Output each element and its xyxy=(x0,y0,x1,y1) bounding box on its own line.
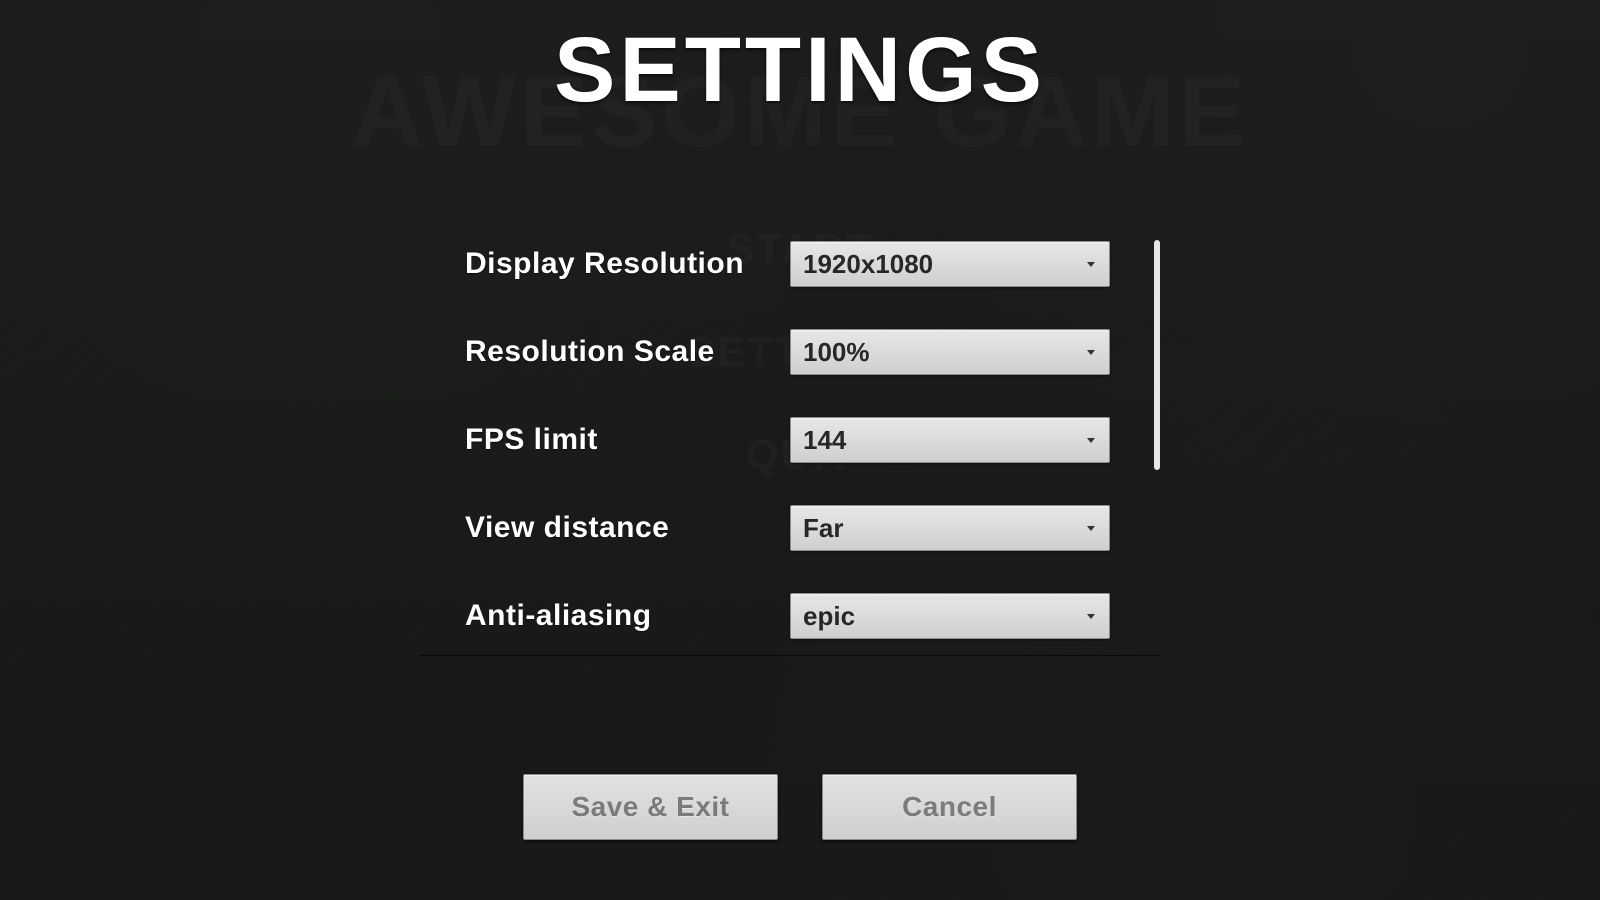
setting-row-resolution-scale: Resolution Scale 100% xyxy=(420,328,1150,376)
setting-label: View distance xyxy=(420,511,790,545)
save-exit-button[interactable]: Save & Exit xyxy=(523,774,778,840)
caret-down-icon xyxy=(1087,262,1095,267)
caret-down-icon xyxy=(1087,614,1095,619)
button-label: Save & Exit xyxy=(571,791,729,823)
settings-panel: Display Resolution 1920x1080 Resolution … xyxy=(420,240,1160,656)
dropdown-view-distance[interactable]: Far xyxy=(790,505,1110,551)
setting-row-display-resolution: Display Resolution 1920x1080 xyxy=(420,240,1150,288)
dropdown-resolution-scale[interactable]: 100% xyxy=(790,329,1110,375)
setting-row-anti-aliasing: Anti-aliasing epic xyxy=(420,592,1150,640)
scrollbar-track[interactable] xyxy=(1154,240,1160,655)
setting-row-view-distance: View distance Far xyxy=(420,504,1150,552)
caret-down-icon xyxy=(1087,526,1095,531)
caret-down-icon xyxy=(1087,438,1095,443)
dropdown-value: epic xyxy=(803,601,855,632)
caret-down-icon xyxy=(1087,350,1095,355)
setting-label: Anti-aliasing xyxy=(420,599,790,633)
button-label: Cancel xyxy=(902,791,997,823)
setting-label: Resolution Scale xyxy=(420,335,790,369)
cancel-button[interactable]: Cancel xyxy=(822,774,1077,840)
dropdown-value: 144 xyxy=(803,425,846,456)
dropdown-value: 1920x1080 xyxy=(803,249,933,280)
dropdown-display-resolution[interactable]: 1920x1080 xyxy=(790,241,1110,287)
dropdown-fps-limit[interactable]: 144 xyxy=(790,417,1110,463)
setting-row-fps-limit: FPS limit 144 xyxy=(420,416,1150,464)
settings-title: SETTINGS xyxy=(0,18,1600,123)
scrollbar-thumb[interactable] xyxy=(1154,240,1160,470)
setting-label: Display Resolution xyxy=(420,247,790,281)
dropdown-value: 100% xyxy=(803,337,870,368)
settings-list: Display Resolution 1920x1080 Resolution … xyxy=(420,240,1160,640)
setting-label: FPS limit xyxy=(420,423,790,457)
button-row: Save & Exit Cancel xyxy=(0,774,1600,840)
dropdown-anti-aliasing[interactable]: epic xyxy=(790,593,1110,639)
dropdown-value: Far xyxy=(803,513,843,544)
